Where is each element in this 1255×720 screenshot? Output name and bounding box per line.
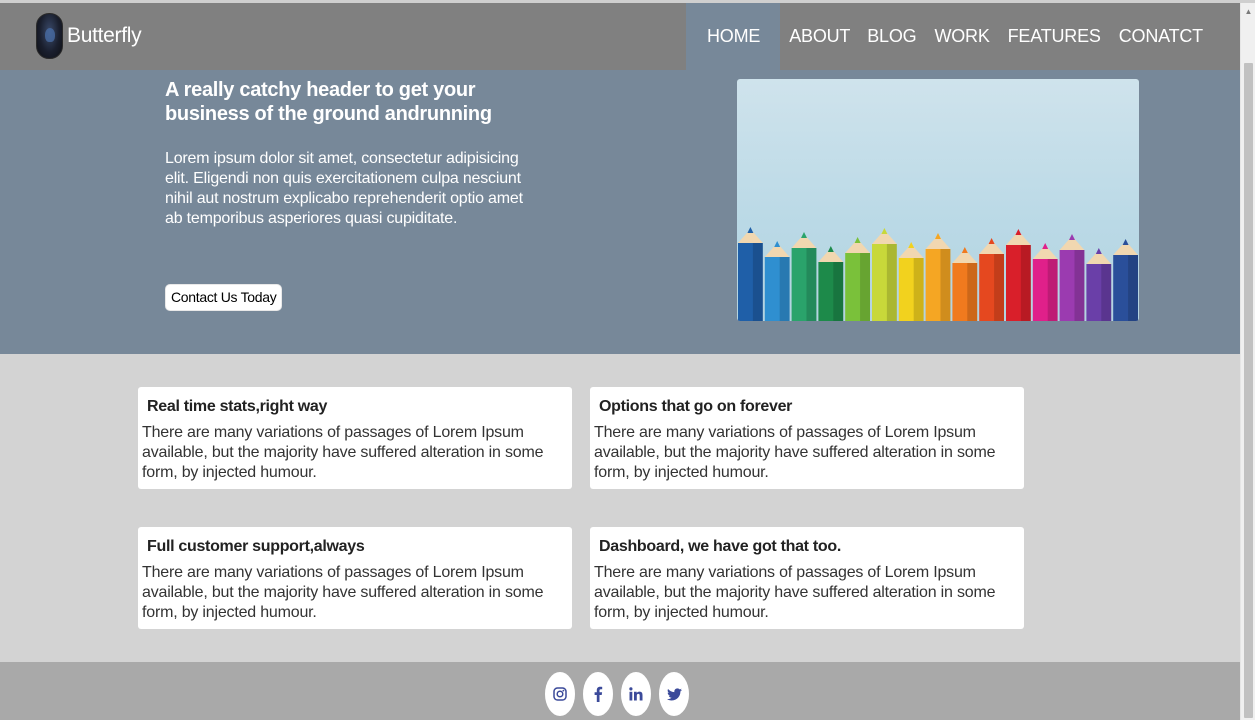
colored-pencils-image xyxy=(737,79,1139,321)
navbar: Butterfly HOME ABOUT BLOG WORK FEATURES … xyxy=(0,3,1240,70)
nav-link-work[interactable]: WORK xyxy=(934,3,989,70)
nav-link-features[interactable]: FEATURES xyxy=(1008,3,1101,70)
feature-text: There are many variations of passages of… xyxy=(594,424,996,481)
feature-title: Full customer support,always xyxy=(147,538,365,555)
pencils-illustration xyxy=(738,227,1138,321)
nav-link-home[interactable]: HOME xyxy=(686,3,781,70)
feature-text: There are many variations of passages of… xyxy=(142,564,544,621)
footer xyxy=(0,662,1240,720)
brand-name: Butterfly xyxy=(67,24,142,47)
feature-card: Dashboard, we have got that too. There a… xyxy=(590,527,1024,629)
nav-links: HOME ABOUT BLOG WORK FEATURES CONATCT xyxy=(686,3,1203,70)
nav-link-about[interactable]: ABOUT xyxy=(789,3,850,70)
feature-card: Real time stats,right way There are many… xyxy=(138,387,572,489)
scrollbar-thumb[interactable] xyxy=(1244,63,1253,718)
twitter-icon[interactable] xyxy=(659,672,689,716)
contact-us-button[interactable]: Contact Us Today xyxy=(165,284,283,311)
hero-title: A really catchy header to get your busin… xyxy=(165,79,492,125)
hero-text: Lorem ipsum dolor sit amet, consectetur … xyxy=(165,150,523,227)
facebook-icon[interactable] xyxy=(583,672,613,716)
feature-card: Full customer support,always There are m… xyxy=(138,527,572,629)
feature-card: Options that go on forever There are man… xyxy=(590,387,1024,489)
feature-title: Options that go on forever xyxy=(599,398,793,415)
feature-text: There are many variations of passages of… xyxy=(594,564,996,621)
hero-section: A really catchy header to get your busin… xyxy=(0,70,1240,354)
page: Butterfly HOME ABOUT BLOG WORK FEATURES … xyxy=(0,0,1255,720)
feature-title: Real time stats,right way xyxy=(147,398,328,415)
instagram-icon[interactable] xyxy=(545,672,575,716)
feature-text: There are many variations of passages of… xyxy=(142,424,544,481)
nav-link-blog[interactable]: BLOG xyxy=(867,3,916,70)
social-links xyxy=(545,672,697,716)
vertical-scrollbar[interactable]: ▲ xyxy=(1240,3,1255,720)
linkedin-icon[interactable] xyxy=(621,672,651,716)
feature-title: Dashboard, we have got that too. xyxy=(599,538,841,555)
nav-link-contact[interactable]: CONATCT xyxy=(1119,3,1203,70)
scroll-up-arrow-icon[interactable]: ▲ xyxy=(1241,3,1255,19)
butterfly-logo-icon xyxy=(36,13,63,59)
brand[interactable]: Butterfly xyxy=(36,13,142,59)
